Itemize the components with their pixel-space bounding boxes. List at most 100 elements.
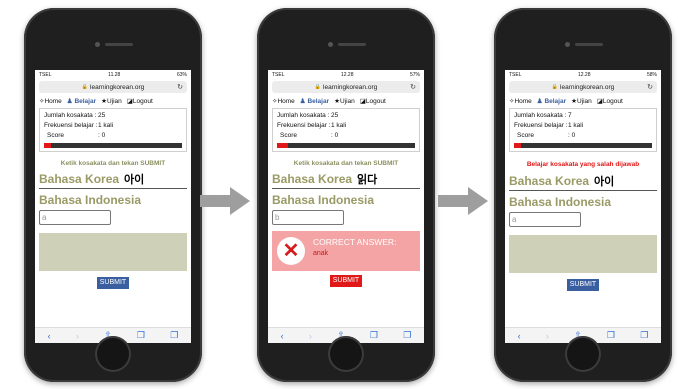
feedback-area <box>39 233 187 271</box>
nav-logout[interactable]: ◪Logout <box>597 97 623 105</box>
url-bar[interactable]: 🔒 learningkorean.org ↻ <box>272 81 420 93</box>
answer-input[interactable]: b <box>272 210 344 225</box>
score-label: Score <box>517 132 534 139</box>
korea-label: Bahasa Korea <box>39 172 120 186</box>
indonesia-label: Bahasa Indonesia <box>509 195 612 209</box>
back-icon[interactable]: ‹ <box>48 331 51 341</box>
arrow-right-icon <box>438 187 488 215</box>
submit-button[interactable]: SUBMIT <box>330 275 362 287</box>
url-text: learningkorean.org <box>323 83 378 91</box>
jumlah-value: 7 <box>568 112 572 119</box>
phone-2: TSEL 12.28 57% 🔒 learningkorean.org ↻ ✧H… <box>257 8 435 382</box>
carrier: TSEL <box>509 72 522 78</box>
reload-icon[interactable]: ↻ <box>177 83 183 91</box>
nav-home[interactable]: ✧Home <box>509 97 532 105</box>
status-bar: TSEL 12.28 58% <box>505 70 661 80</box>
screen: TSEL 12.28 57% 🔒 learningkorean.org ↻ ✧H… <box>268 70 424 343</box>
carrier: TSEL <box>272 72 285 78</box>
tabs-icon[interactable]: ❐ <box>640 330 648 341</box>
bookmarks-icon[interactable]: ❒ <box>370 330 378 341</box>
divider <box>272 188 420 189</box>
submit-button[interactable]: SUBMIT <box>97 277 129 289</box>
arrow-right-icon <box>200 187 250 215</box>
frekuensi-value: 1 kali <box>568 122 584 129</box>
forward-icon[interactable]: › <box>309 331 312 341</box>
progress-fill <box>277 143 289 148</box>
frekuensi-value: 1 kali <box>331 122 347 129</box>
instruction-text: Ketik kosakata dan tekan SUBMIT <box>60 160 166 167</box>
jumlah-label: Jumlah kosakata : <box>44 112 97 119</box>
score-value: : 0 <box>331 132 339 139</box>
nav-belajar[interactable]: ♟ Belajar <box>300 97 329 105</box>
back-icon[interactable]: ‹ <box>518 331 521 341</box>
tabs-icon[interactable]: ❐ <box>170 330 178 341</box>
lock-icon: 🔒 <box>81 84 89 90</box>
speaker <box>575 43 603 46</box>
jumlah-value: 25 <box>331 112 339 119</box>
nav-ujian[interactable]: ★Ujian <box>334 97 355 105</box>
nav-home[interactable]: ✧Home <box>39 97 62 105</box>
correct-answer-title: CORRECT ANSWER: <box>313 237 397 247</box>
forward-icon[interactable]: › <box>76 331 79 341</box>
home-button[interactable] <box>565 336 601 372</box>
nav-logout[interactable]: ◪Logout <box>127 97 153 105</box>
score-label: Score <box>47 132 64 139</box>
frekuensi-value: 1 kali <box>98 122 114 129</box>
bookmarks-icon[interactable]: ❒ <box>137 330 145 341</box>
screen: TSEL 12.28 58% 🔒 learningkorean.org ↻ ✧H… <box>505 70 661 343</box>
korea-row: Bahasa Korea 아이 <box>35 171 191 187</box>
jumlah-label: Jumlah kosakata : <box>277 112 330 119</box>
bookmarks-icon[interactable]: ❒ <box>607 330 615 341</box>
instruction-text: Ketik kosakata dan tekan SUBMIT <box>293 160 399 167</box>
phone-3: TSEL 12.28 58% 🔒 learningkorean.org ↻ ✧H… <box>494 8 672 382</box>
progress-bar <box>44 143 182 148</box>
nav-logout[interactable]: ◪Logout <box>360 97 386 105</box>
nav-ujian[interactable]: ★Ujian <box>571 97 592 105</box>
nav-menu: ✧Home ♟ Belajar ★Ujian ◪Logout <box>505 94 661 107</box>
correct-answer-panel: ✕ CORRECT ANSWER: anak <box>272 231 420 271</box>
progress-fill <box>514 143 521 148</box>
camera <box>95 42 100 47</box>
korea-word: 아이 <box>124 174 145 186</box>
nav-ujian[interactable]: ★Ujian <box>101 97 122 105</box>
nav-belajar[interactable]: ♟ Belajar <box>537 97 566 105</box>
reload-icon[interactable]: ↻ <box>410 83 416 91</box>
battery: 58% <box>646 72 657 78</box>
back-icon[interactable]: ‹ <box>281 331 284 341</box>
score-label: Score <box>280 132 297 139</box>
nav-belajar[interactable]: ♟ Belajar <box>67 97 96 105</box>
url-text: learningkorean.org <box>560 83 615 91</box>
lock-icon: 🔒 <box>551 84 559 90</box>
divider <box>39 188 187 189</box>
reload-icon[interactable]: ↻ <box>647 83 653 91</box>
forward-icon[interactable]: › <box>546 331 549 341</box>
feedback-area <box>509 235 657 273</box>
url-bar[interactable]: 🔒 learningkorean.org ↻ <box>39 81 187 93</box>
instruction-text: Belajar kosakata yang salah dijawab <box>526 161 640 168</box>
speaker <box>105 43 133 46</box>
stats-box: Jumlah kosakata :25 Frekuensi belajar :1… <box>272 108 420 152</box>
jumlah-value: 25 <box>98 112 106 119</box>
home-button[interactable] <box>328 336 364 372</box>
nav-home[interactable]: ✧Home <box>272 97 295 105</box>
correct-answer-value: anak <box>313 250 329 257</box>
stats-box: Jumlah kosakata :25 Frekuensi belajar :1… <box>39 108 187 152</box>
korea-row: Bahasa Korea 읽다 <box>268 171 424 187</box>
tabs-icon[interactable]: ❐ <box>403 330 411 341</box>
answer-input[interactable]: a <box>509 212 581 227</box>
lock-icon: 🔒 <box>314 84 322 90</box>
submit-button[interactable]: SUBMIT <box>567 279 599 291</box>
wrong-x-icon: ✕ <box>277 237 305 265</box>
stats-box: Jumlah kosakata :7 Frekuensi belajar :1 … <box>509 108 657 152</box>
screen: TSEL 11.28 63% 🔒 learningkorean.org ↻ ✧H… <box>35 70 191 343</box>
indonesia-label: Bahasa Indonesia <box>272 193 375 207</box>
speaker <box>338 43 366 46</box>
korea-label: Bahasa Korea <box>509 174 590 188</box>
score-value: : 0 <box>98 132 106 139</box>
url-bar[interactable]: 🔒 learningkorean.org ↻ <box>509 81 657 93</box>
carrier: TSEL <box>39 72 52 78</box>
answer-input[interactable]: a <box>39 210 111 225</box>
progress-fill <box>44 143 51 148</box>
korea-label: Bahasa Korea <box>272 172 353 186</box>
home-button[interactable] <box>95 336 131 372</box>
